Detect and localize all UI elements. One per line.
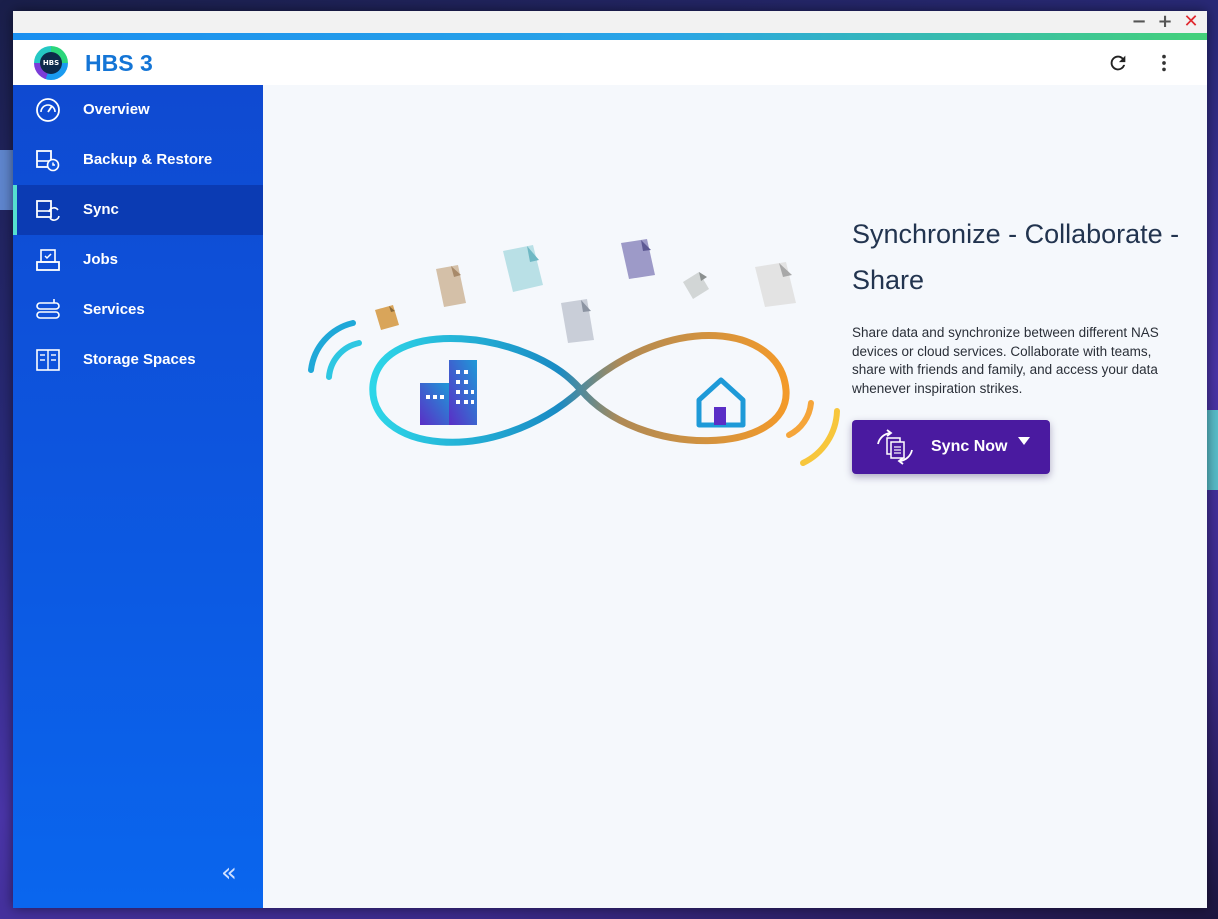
- document-icon: [683, 272, 709, 299]
- hbs-logo-icon: HBS: [34, 46, 68, 80]
- sync-now-button[interactable]: Sync Now: [852, 420, 1050, 474]
- document-icon: [436, 265, 466, 307]
- sidebar-item-label: Sync: [83, 201, 119, 218]
- logo-text: HBS: [40, 52, 62, 74]
- caret-down-icon[interactable]: [1018, 437, 1030, 445]
- document-icon: [375, 305, 399, 330]
- sidebar-item-storage-spaces[interactable]: Storage Spaces: [13, 335, 263, 385]
- signal-arc: [786, 400, 814, 438]
- maximize-button[interactable]: +: [1157, 13, 1173, 31]
- sync-files-icon: [877, 429, 913, 465]
- sidebar-item-sync[interactable]: Sync: [13, 185, 263, 235]
- sidebar-item-services[interactable]: Services: [13, 285, 263, 335]
- page-headline: Synchronize - Collaborate - Share: [852, 219, 1180, 295]
- sidebar-item-label: Services: [83, 301, 145, 318]
- backup-restore-icon: [36, 150, 60, 172]
- desktop-background: [0, 150, 14, 210]
- sidebar-item-backup-restore[interactable]: Backup & Restore: [13, 135, 263, 185]
- sidebar-item-label: Storage Spaces: [83, 351, 196, 368]
- services-icon: [36, 299, 60, 319]
- main-content: Synchronize - Collaborate - Share Share …: [263, 85, 1207, 908]
- refresh-icon[interactable]: [1107, 52, 1129, 74]
- storage-spaces-icon: [36, 349, 60, 371]
- sidebar: Overview Backup & Restore Sync Jobs Serv…: [13, 85, 263, 908]
- sidebar-item-label: Jobs: [83, 251, 119, 268]
- sync-illustration: [308, 239, 840, 466]
- app-header: HBS HBS 3: [13, 40, 1207, 85]
- sidebar-item-overview[interactable]: Overview: [13, 85, 263, 135]
- sync-icon: [36, 200, 60, 221]
- accent-bar: [13, 33, 1207, 40]
- document-icon: [503, 245, 543, 292]
- app-window: − + ✕ HBS HBS 3 Overview Backup & Restor…: [13, 11, 1207, 908]
- signal-arc: [326, 340, 362, 380]
- close-button[interactable]: ✕: [1183, 13, 1199, 31]
- window-controls: − + ✕: [1131, 13, 1199, 31]
- sync-now-label: Sync Now: [931, 438, 1008, 455]
- collapse-sidebar-button[interactable]: «: [221, 858, 237, 888]
- document-icon: [755, 262, 796, 307]
- building-icon: [420, 360, 477, 425]
- desktop-background: [1206, 410, 1218, 490]
- app-title: HBS 3: [85, 50, 153, 76]
- document-icon: [561, 299, 594, 343]
- sidebar-item-label: Overview: [83, 101, 150, 118]
- sidebar-item-label: Backup & Restore: [83, 151, 213, 168]
- jobs-icon: [36, 249, 60, 271]
- house-icon: [696, 377, 746, 428]
- window-titlebar: − + ✕: [13, 11, 1207, 33]
- sidebar-item-jobs[interactable]: Jobs: [13, 235, 263, 285]
- dashboard-gauge-icon: [36, 98, 60, 122]
- more-vert-icon[interactable]: [1153, 52, 1175, 74]
- page-description: Share data and synchronize between diffe…: [852, 325, 1159, 396]
- minimize-button[interactable]: −: [1131, 13, 1147, 31]
- document-icon: [621, 239, 655, 279]
